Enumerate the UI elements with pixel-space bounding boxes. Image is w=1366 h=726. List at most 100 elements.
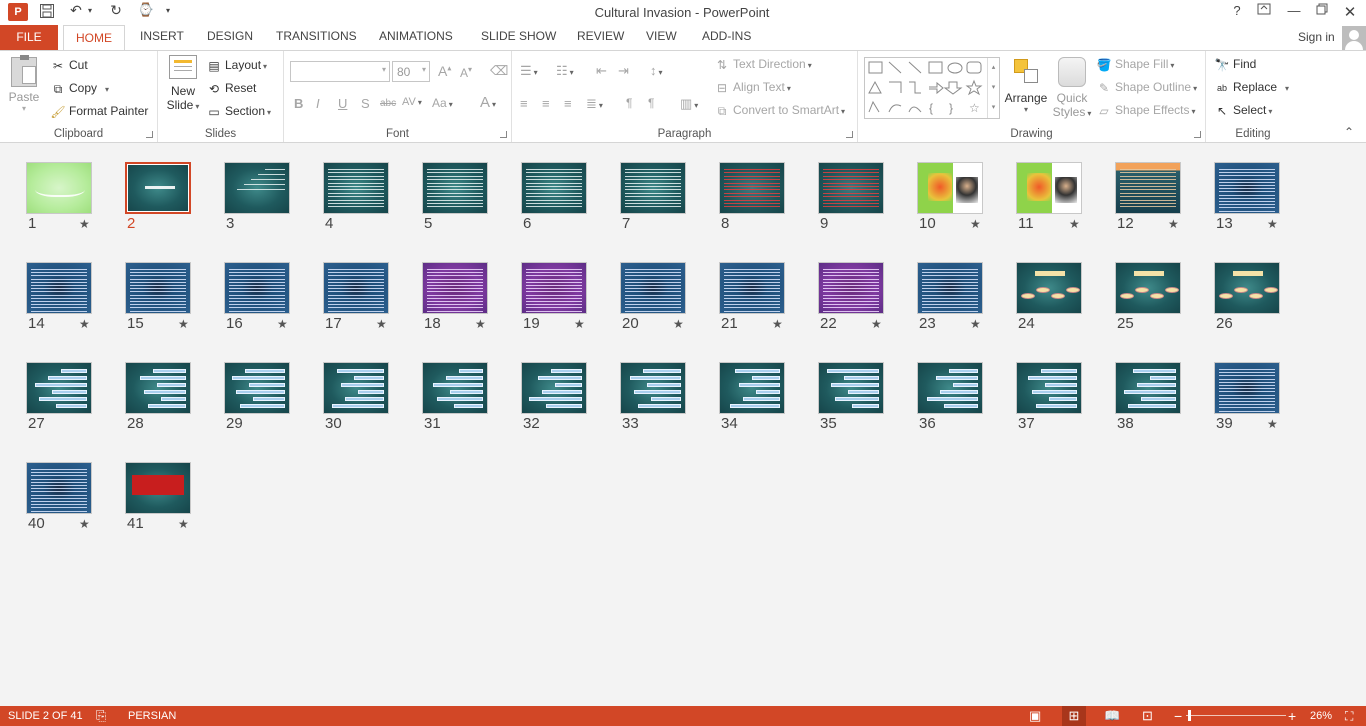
arrange-button[interactable]: Arrange ▾ — [1004, 57, 1048, 114]
font-size-input[interactable]: 80 ▾ — [392, 61, 430, 82]
slide-counter[interactable]: SLIDE 2 OF 41 — [8, 706, 83, 726]
zoom-slider[interactable] — [1186, 710, 1286, 721]
slide-thumbnail[interactable] — [422, 162, 488, 214]
replace-button[interactable]: ab Replace ▾ — [1214, 77, 1289, 97]
slide-thumbnail[interactable] — [1115, 262, 1181, 314]
character-spacing-icon[interactable]: AV ▾ — [402, 96, 422, 108]
slide-thumbnail[interactable] — [1214, 162, 1280, 214]
close-icon[interactable]: ✕ — [1340, 3, 1360, 21]
animation-star-icon[interactable]: ★ — [574, 317, 585, 331]
align-text-button[interactable]: ⊟ Align Text ▾ — [714, 77, 791, 97]
collapse-ribbon-icon[interactable]: ⌃ — [1344, 125, 1354, 139]
font-launcher-icon[interactable] — [500, 131, 507, 138]
slide-thumbnail[interactable] — [521, 162, 587, 214]
clipboard-launcher-icon[interactable] — [146, 131, 153, 138]
find-button[interactable]: 🔭 Find — [1214, 54, 1257, 74]
paste-button[interactable]: Paste ▾ — [6, 55, 42, 121]
shadow-icon[interactable]: S — [361, 96, 370, 111]
repeat-icon[interactable]: ↻ — [106, 2, 126, 22]
undo-dropdown-icon[interactable]: ▾ — [86, 6, 94, 15]
restore-icon[interactable] — [1312, 3, 1332, 21]
slide-thumbnail[interactable] — [1214, 362, 1280, 414]
slide-thumbnail[interactable] — [422, 262, 488, 314]
slide-thumbnail[interactable] — [917, 262, 983, 314]
ribbon-display-options-icon[interactable] — [1254, 3, 1274, 21]
tab-insert[interactable]: INSERT — [140, 29, 184, 50]
align-right-icon[interactable]: ≡ — [564, 96, 572, 111]
shape-effects-button[interactable]: ▱ Shape Effects ▾ — [1096, 100, 1195, 120]
slide-thumbnail[interactable] — [125, 162, 191, 214]
ltr-icon[interactable]: ¶ — [626, 96, 632, 110]
shrink-font-icon[interactable]: A▾ — [460, 65, 472, 80]
italic-icon[interactable]: I — [316, 96, 320, 111]
start-from-beginning-icon[interactable]: ⌚ — [136, 2, 156, 22]
line-spacing-icon[interactable]: ↕ ▾ — [650, 63, 663, 78]
animation-star-icon[interactable]: ★ — [79, 217, 90, 231]
animation-star-icon[interactable]: ★ — [970, 317, 981, 331]
animation-star-icon[interactable]: ★ — [970, 217, 981, 231]
animation-star-icon[interactable]: ★ — [178, 517, 189, 531]
tab-add-ins[interactable]: ADD-INS — [702, 29, 751, 50]
tab-home[interactable]: HOME — [63, 25, 125, 51]
slide-thumbnail[interactable] — [224, 162, 290, 214]
tab-animations[interactable]: ANIMATIONS — [379, 29, 453, 50]
animation-star-icon[interactable]: ★ — [1267, 217, 1278, 231]
font-color-icon[interactable]: A ▾ — [480, 94, 496, 111]
powerpoint-logo-icon[interactable]: P — [8, 3, 28, 21]
slide-thumbnail[interactable] — [1016, 262, 1082, 314]
slide-thumbnail[interactable] — [323, 262, 389, 314]
slide-thumbnail[interactable] — [521, 362, 587, 414]
copy-button[interactable]: ⧉ Copy ▾ — [50, 78, 109, 98]
tab-file[interactable]: FILE — [0, 25, 58, 50]
slide-thumbnail[interactable] — [719, 362, 785, 414]
grow-font-icon[interactable]: A▴ — [438, 63, 451, 79]
layout-button[interactable]: ▤ Layout ▾ — [206, 55, 267, 75]
animation-star-icon[interactable]: ★ — [178, 317, 189, 331]
slide-thumbnail[interactable] — [917, 162, 983, 214]
underline-icon[interactable]: U — [338, 96, 347, 111]
tab-design[interactable]: DESIGN — [207, 29, 253, 50]
slide-thumbnail[interactable] — [26, 262, 92, 314]
animation-star-icon[interactable]: ★ — [673, 317, 684, 331]
select-button[interactable]: ↖ Select ▾ — [1214, 100, 1272, 120]
minimize-icon[interactable]: — — [1284, 3, 1304, 21]
fit-to-window-icon[interactable]: ⛶ — [1345, 706, 1353, 726]
animation-star-icon[interactable]: ★ — [376, 317, 387, 331]
bold-icon[interactable]: B — [294, 96, 303, 111]
slide-thumbnail[interactable] — [1016, 162, 1082, 214]
slide-thumbnail[interactable] — [1115, 362, 1181, 414]
slide-thumbnail[interactable] — [323, 162, 389, 214]
decrease-indent-icon[interactable]: ⇤ — [596, 63, 607, 79]
slide-thumbnail[interactable] — [224, 262, 290, 314]
justify-icon[interactable]: ≣ ▾ — [586, 96, 603, 112]
slide-thumbnail[interactable] — [719, 262, 785, 314]
bullets-icon[interactable]: ☰ ▾ — [520, 63, 538, 79]
slide-thumbnail[interactable] — [224, 362, 290, 414]
language-indicator[interactable]: PERSIAN — [128, 706, 176, 726]
avatar[interactable] — [1342, 26, 1366, 50]
animation-star-icon[interactable]: ★ — [79, 517, 90, 531]
slide-thumbnail[interactable] — [125, 462, 191, 514]
tab-slide-show[interactable]: SLIDE SHOW — [481, 29, 556, 50]
reset-button[interactable]: ⟲ Reset — [206, 78, 256, 98]
reading-view-icon[interactable]: 📖 — [1104, 706, 1120, 726]
tab-review[interactable]: REVIEW — [577, 29, 624, 50]
slide-thumbnail[interactable] — [26, 162, 92, 214]
font-name-input[interactable]: ▾ — [290, 61, 390, 82]
rtl-icon[interactable]: ¶ — [648, 96, 654, 110]
slide-thumbnail[interactable] — [1115, 162, 1181, 214]
slide-thumbnail[interactable] — [26, 362, 92, 414]
animation-star-icon[interactable]: ★ — [1069, 217, 1080, 231]
zoom-in-icon[interactable]: + — [1288, 706, 1296, 726]
undo-icon[interactable]: ↶ — [66, 2, 86, 22]
new-slide-button[interactable]: New Slide ▾ — [164, 55, 202, 112]
drawing-launcher-icon[interactable] — [1194, 131, 1201, 138]
tab-transitions[interactable]: TRANSITIONS — [276, 29, 357, 50]
paragraph-launcher-icon[interactable] — [846, 131, 853, 138]
slide-thumbnail[interactable] — [620, 262, 686, 314]
quick-styles-button[interactable]: Quick Styles ▾ — [1050, 57, 1094, 119]
numbering-icon[interactable]: ☷ ▾ — [556, 63, 574, 79]
animation-star-icon[interactable]: ★ — [475, 317, 486, 331]
normal-view-icon[interactable]: ▣ — [1029, 706, 1041, 726]
animation-star-icon[interactable]: ★ — [1267, 417, 1278, 431]
